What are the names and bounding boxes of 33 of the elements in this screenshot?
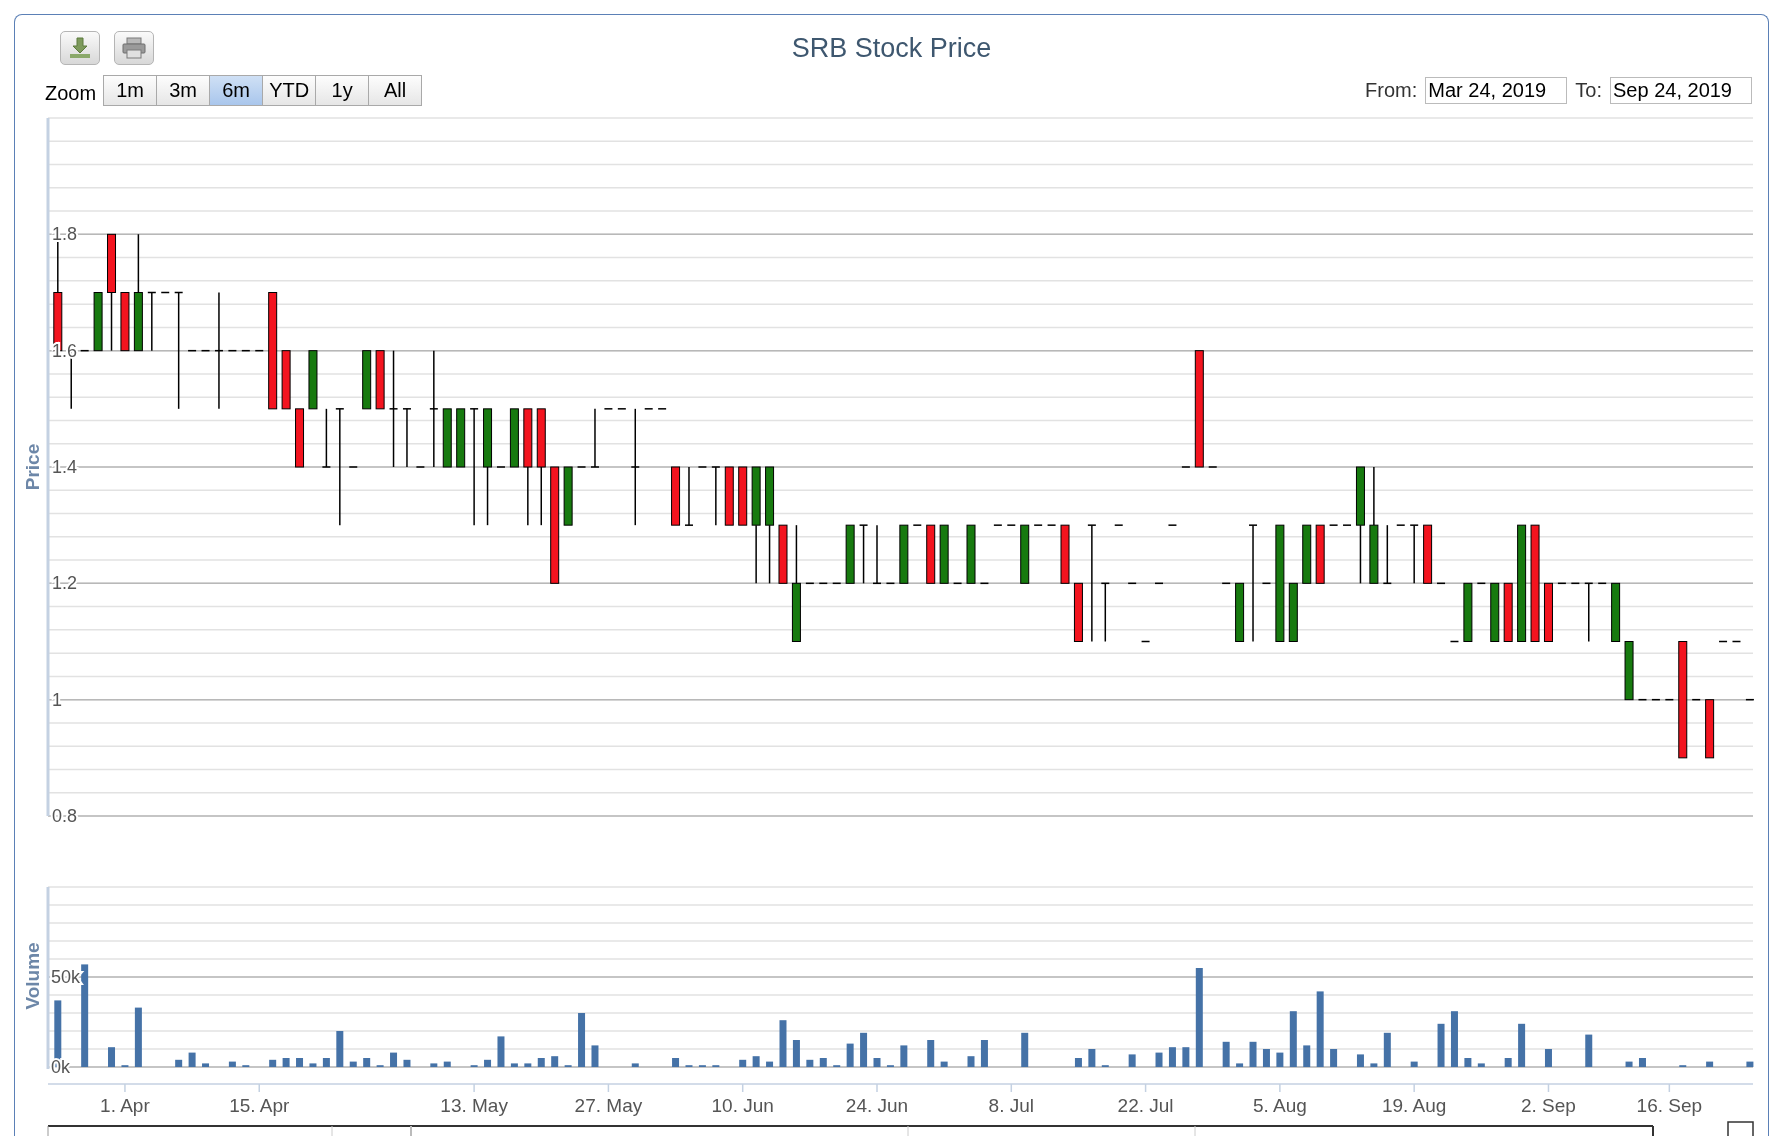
axis-label: 27. May — [574, 1095, 643, 1116]
axis-label: 19. Aug — [1381, 1095, 1447, 1116]
axis-label: 2. Sep — [1521, 1095, 1576, 1116]
range-button[interactable]: All — [368, 75, 423, 106]
range-button[interactable]: YTD — [262, 75, 317, 106]
axis-label: 1. Apr — [100, 1095, 150, 1116]
axis-label: 22. Jul — [1117, 1095, 1174, 1116]
zoom-label: Zoom — [45, 82, 97, 105]
axis-label: 16. Sep — [1636, 1095, 1703, 1116]
range-button[interactable]: 1y — [315, 75, 370, 106]
axis-label: 1 — [52, 689, 62, 710]
axis-label: 10. Jun — [711, 1095, 774, 1116]
axis-label: 8. Jul — [988, 1095, 1034, 1116]
to-label: To: — [1575, 79, 1602, 102]
axis-label: 1.2 — [52, 573, 78, 594]
range-button[interactable]: 1m — [103, 75, 158, 106]
axis-label: 0k — [51, 1057, 70, 1077]
from-label: From: — [1365, 79, 1418, 102]
range-button[interactable]: 6m — [209, 75, 264, 106]
axis-label: 50k — [51, 967, 81, 987]
range-button[interactable]: 3m — [156, 75, 211, 106]
chart-title: SRB Stock Price — [791, 32, 992, 64]
axis-label: 13. May — [440, 1095, 508, 1116]
axis-label: 5. Aug — [1252, 1095, 1307, 1116]
axis-label: 24. Jun — [845, 1095, 909, 1116]
axis-label: 1.4 — [52, 457, 78, 477]
axis-label: 0.8 — [52, 806, 78, 826]
axis-title: Price — [22, 443, 43, 491]
axis-title: Volume — [22, 942, 43, 1010]
axis-label: 1.8 — [52, 224, 78, 245]
date-field[interactable]: Mar 24, 2019 — [1425, 77, 1568, 104]
axis-label: 15. Apr — [229, 1095, 290, 1116]
date-field[interactable]: Sep 24, 2019 — [1610, 77, 1752, 104]
